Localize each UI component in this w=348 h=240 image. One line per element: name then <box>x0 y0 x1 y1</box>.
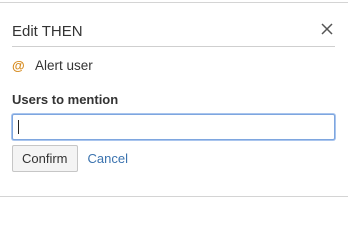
dialog-header: Edit THEN <box>12 20 335 44</box>
dialog-title: Edit THEN <box>12 23 83 40</box>
confirm-button[interactable]: Confirm <box>12 145 78 172</box>
close-icon[interactable] <box>321 23 333 35</box>
bottom-border <box>0 196 348 197</box>
users-to-mention-input[interactable] <box>12 114 335 140</box>
users-to-mention-field-wrapper <box>12 114 335 140</box>
users-to-mention-label: Users to mention <box>12 92 119 107</box>
action-alert-user: @ Alert user <box>12 57 93 75</box>
at-sign-icon: @ <box>12 58 25 73</box>
header-divider <box>12 46 335 47</box>
action-label: Alert user <box>35 58 93 73</box>
text-caret <box>18 120 19 134</box>
cancel-link[interactable]: Cancel <box>88 151 128 167</box>
edit-then-panel: Edit THEN @ Alert user Users to mention … <box>12 0 335 196</box>
button-row: Confirm Cancel <box>12 145 128 172</box>
